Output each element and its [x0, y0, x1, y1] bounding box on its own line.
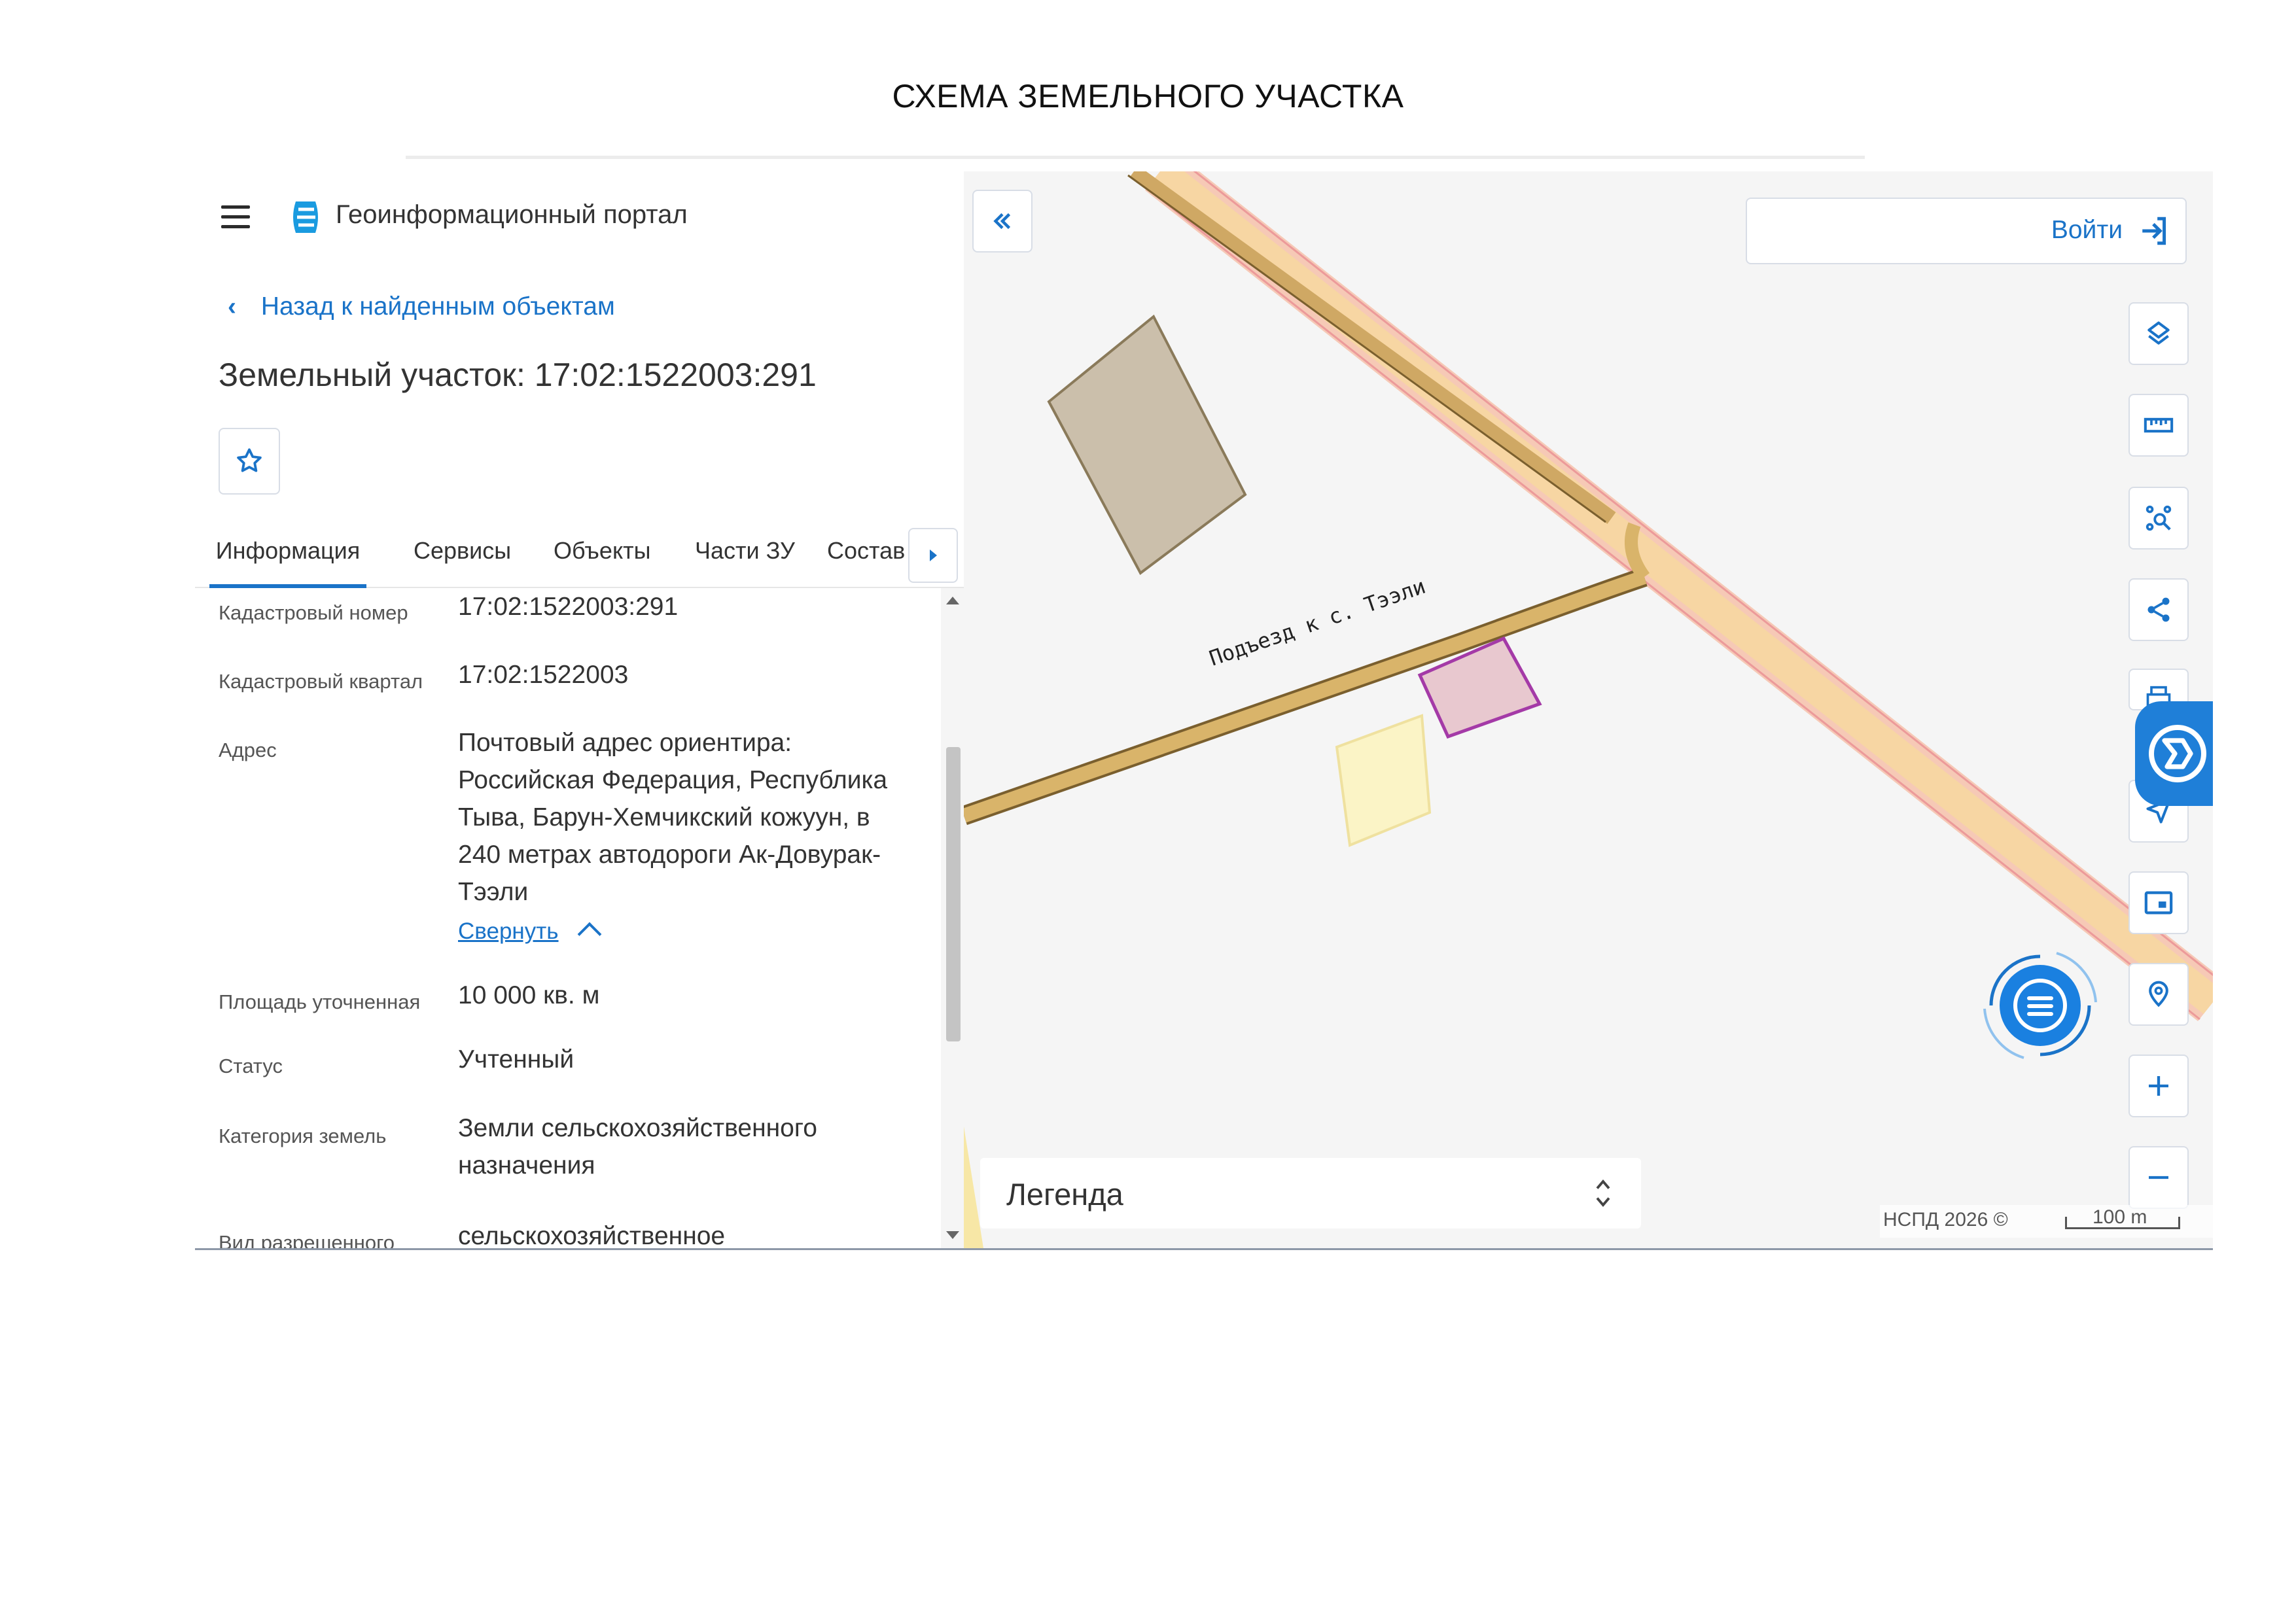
zoom-in-icon	[2149, 1076, 2168, 1096]
double-chevron-left-icon	[993, 213, 1011, 230]
address-value: Почтовый адрес ориентира: Российская Фед…	[458, 724, 916, 950]
collapse-link[interactable]: Свернуть	[458, 912, 916, 950]
chat-button[interactable]	[1971, 937, 2109, 1074]
info-value: сельскохозяйственное	[458, 1222, 726, 1248]
ruler-icon	[2144, 417, 2174, 433]
scroll-up-icon[interactable]	[946, 597, 959, 604]
info-label: Адрес	[219, 739, 277, 761]
select-area-icon	[2146, 505, 2172, 531]
assistant-button[interactable]	[2135, 701, 2213, 806]
tabs-next-button[interactable]	[908, 528, 958, 583]
star-icon	[237, 448, 262, 472]
map-layer: Подъезд к с. Тээли	[964, 171, 2213, 1248]
ruler-button[interactable]	[2128, 394, 2189, 457]
info-value-line: назначения	[458, 1151, 595, 1179]
legend-label: Легенда	[1006, 1177, 1123, 1212]
tab-services[interactable]: Сервисы	[414, 528, 511, 584]
object-title: Земельный участок: 17:02:1522003:291	[219, 357, 817, 393]
login-icon	[2142, 217, 2166, 245]
info-value-line: Земли сельскохозяйственного	[458, 1114, 817, 1142]
scrollbar-thumb[interactable]	[946, 747, 961, 1041]
attribution-text: НСПД 2026 ©	[1883, 1209, 2008, 1230]
side-panel: Геоинформационный портал ‹ Назад к найде…	[195, 171, 964, 1248]
info-value: Земли сельскохозяйственного назначения	[458, 1109, 916, 1184]
address-line: Почтовый адрес ориентира:	[458, 729, 792, 757]
tab-bar: Информация Сервисы Объекты Части ЗУ Сост…	[195, 528, 964, 588]
chevron-up-icon	[577, 922, 601, 947]
app-title: Геоинформационный портал	[336, 200, 688, 229]
location-button[interactable]	[2128, 963, 2189, 1026]
info-label: Категория земель	[219, 1125, 387, 1147]
favorite-button[interactable]	[219, 428, 280, 495]
info-label: Площадь уточненная	[219, 990, 421, 1013]
tab-objects[interactable]: Объекты	[554, 528, 650, 584]
layers-button[interactable]	[2128, 302, 2189, 365]
info-label: Кадастровый номер	[219, 601, 408, 624]
document-title: СХЕМА ЗЕМЕЛЬНОГО УЧАСТКА	[892, 78, 1404, 114]
tab-composition[interactable]: Состав	[827, 528, 905, 584]
share-icon	[2147, 597, 2170, 622]
parcel-gray[interactable]	[1047, 314, 1247, 575]
info-value: 17:02:1522003:291	[458, 593, 679, 621]
address-line: Российская Федерация, Республика	[458, 766, 888, 794]
tab-parts[interactable]: Части ЗУ	[695, 528, 795, 584]
menu-icon[interactable]	[221, 205, 250, 229]
collapse-panel-button[interactable]	[972, 190, 1033, 253]
zoom-out-button[interactable]	[2128, 1146, 2189, 1209]
legend-panel[interactable]: Легенда	[980, 1158, 1641, 1229]
address-line: 240 метрах автодороги Ак-Довурак-	[458, 841, 881, 869]
back-link-label: Назад к найденным объектам	[260, 292, 615, 321]
info-list: Кадастровый номер 17:02:1522003:291 Када…	[195, 588, 941, 1248]
tab-information[interactable]: Информация	[209, 528, 366, 588]
assistant-icon	[2149, 725, 2206, 782]
zoom-in-button[interactable]	[2128, 1055, 2189, 1117]
screenshot-frame: Геоинформационный портал ‹ Назад к найде…	[195, 171, 2213, 1250]
picture-in-picture-button[interactable]	[2128, 871, 2189, 934]
address-line: Тыва, Барун-Хемчикский кожуун, в	[458, 803, 870, 831]
scale-label: 100 m	[2093, 1206, 2147, 1228]
map-canvas[interactable]: Подъезд к с. Тээли Войти Легенда НСПД 20…	[964, 171, 2213, 1248]
back-link[interactable]: ‹ Назад к найденным объектам	[228, 292, 615, 321]
share-button[interactable]	[2128, 578, 2189, 641]
portal-logo-icon	[293, 201, 318, 233]
picture-in-picture-icon	[2144, 891, 2173, 915]
select-area-button[interactable]	[2128, 487, 2189, 550]
login-button[interactable]: Войти	[1746, 198, 2187, 264]
info-value: 10 000 кв. м	[458, 981, 600, 1009]
chevron-right-icon	[929, 550, 937, 561]
login-label: Войти	[2051, 216, 2123, 244]
expand-collapse-icon	[1596, 1179, 1610, 1207]
collapse-link-label: Свернуть	[458, 918, 559, 944]
chevron-left-icon: ‹	[228, 292, 236, 321]
info-value: 17:02:1522003	[458, 661, 629, 689]
info-label: Статус	[219, 1055, 283, 1077]
info-value: Учтенный	[458, 1045, 574, 1073]
parcel-yellow[interactable]	[1335, 714, 1432, 847]
location-pin-icon	[2149, 981, 2168, 1007]
layers-icon	[2147, 321, 2170, 345]
divider	[406, 156, 1865, 159]
info-label: Вид разрешенного	[219, 1231, 395, 1248]
info-label: Кадастровый квартал	[219, 670, 423, 693]
address-line: Тээли	[458, 878, 529, 906]
zoom-out-icon	[2149, 1176, 2168, 1179]
scroll-down-icon[interactable]	[946, 1231, 959, 1239]
